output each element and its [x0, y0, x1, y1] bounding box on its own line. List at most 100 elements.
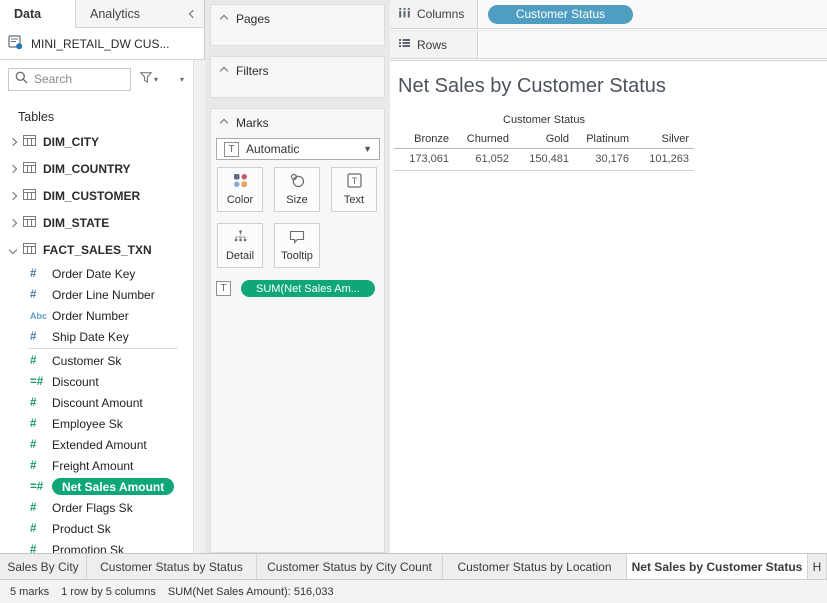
field-row-order-date-key[interactable]: #Order Date Key	[0, 263, 192, 284]
sheet-tab-sales-by-city[interactable]: Sales By City	[0, 554, 87, 579]
collapse-pane-button[interactable]	[182, 0, 204, 28]
table-row-dim_state[interactable]: DIM_STATE	[0, 209, 192, 236]
field-name: Customer Sk	[52, 354, 121, 368]
mark-type-dropdown[interactable]: T Automatic ▼	[216, 138, 380, 160]
text-mark-button[interactable]: TText	[331, 167, 377, 212]
field-row-extended-amount[interactable]: #Extended Amount	[0, 434, 192, 455]
chevron-up-icon[interactable]	[220, 15, 228, 23]
table-icon	[23, 135, 36, 149]
abc-field-icon: Abc	[30, 311, 52, 321]
field-name: Employee Sk	[52, 417, 123, 431]
field-name: Order Date Key	[52, 267, 135, 281]
field-row-order-flags-sk[interactable]: #Order Flags Sk	[0, 497, 192, 518]
chevron-left-icon	[189, 9, 197, 17]
field-row-product-sk[interactable]: #Product Sk	[0, 518, 192, 539]
table-row-dim_city[interactable]: DIM_CITY	[0, 128, 192, 155]
filters-card: Filters	[210, 56, 385, 98]
field-name: Extended Amount	[52, 438, 147, 452]
cell-value-bronze[interactable]: 173,061	[394, 153, 454, 165]
chevron-right-icon[interactable]	[9, 218, 17, 226]
number-field-icon: #	[30, 355, 52, 367]
column-header-churned[interactable]: Churned	[454, 133, 514, 145]
field-name: Discount	[52, 375, 99, 389]
cell-value-platinum[interactable]: 30,176	[574, 153, 634, 165]
cell-value-churned[interactable]: 61,052	[454, 153, 514, 165]
field-list: DIM_CITY DIM_COUNTRY DIM_CUSTOMER DIM_STATE…	[0, 128, 192, 553]
table-icon	[23, 162, 36, 176]
table-icon	[23, 216, 36, 230]
columns-shelf-label: Columns	[390, 0, 478, 28]
cards-pane: Pages Filters Marks T Automatic ▼ ColorS…	[205, 0, 390, 553]
cell-value-gold[interactable]: 150,481	[514, 153, 574, 165]
column-header-gold[interactable]: Gold	[514, 133, 574, 145]
text-mark-icon: T	[224, 142, 239, 157]
size-mark-button[interactable]: Size	[274, 167, 320, 212]
table-name: DIM_CITY	[43, 135, 99, 149]
columns-shelf[interactable]: Columns Customer Status	[390, 0, 827, 29]
column-headers-row: BronzeChurnedGoldPlatinumSilver	[394, 133, 694, 149]
rows-shelf-content[interactable]	[478, 31, 827, 58]
field-row-order-number[interactable]: AbcOrder Number	[0, 305, 192, 326]
color-icon	[233, 173, 248, 191]
caret-down-icon: ▾	[180, 75, 184, 84]
data-pane-scrollbar[interactable]	[193, 60, 205, 553]
table-name: DIM_CUSTOMER	[43, 189, 140, 203]
number-field-icon: #	[30, 502, 52, 514]
mark-button-label: Detail	[226, 250, 254, 262]
column-header-platinum[interactable]: Platinum	[574, 133, 634, 145]
field-row-employee-sk[interactable]: #Employee Sk	[0, 413, 192, 434]
field-row-discount-amount[interactable]: #Discount Amount	[0, 392, 192, 413]
field-row-customer-sk[interactable]: #Customer Sk	[0, 350, 192, 371]
table-row-fact_sales_txn[interactable]: FACT_SALES_TXN	[0, 236, 192, 263]
sheet-tab-net-sales-by-customer-status[interactable]: Net Sales by Customer Status	[627, 554, 808, 579]
tab-data[interactable]: Data	[0, 0, 76, 28]
search-box[interactable]	[8, 68, 131, 91]
chevron-down-icon: ▼	[363, 144, 372, 154]
chevron-up-icon[interactable]	[220, 67, 228, 75]
datasource-row[interactable]: MINI_RETAIL_DW CUS...	[0, 28, 204, 60]
number-field-icon: #	[30, 523, 52, 535]
field-row-order-line-number[interactable]: #Order Line Number	[0, 284, 192, 305]
detail-mark-button[interactable]: Detail	[217, 223, 263, 268]
chevron-right-icon[interactable]	[9, 137, 17, 145]
pill-customer-status[interactable]: Customer Status	[488, 5, 633, 24]
status-bar: 5 marks 1 row by 5 columns SUM(Net Sales…	[0, 579, 827, 603]
sheet-tab-customer-status-by-status[interactable]: Customer Status by Status	[87, 554, 257, 579]
caret-down-icon: ▾	[154, 75, 158, 84]
text-encoding-icon[interactable]: T	[216, 281, 231, 296]
funnel-icon	[140, 72, 152, 86]
field-name: Order Number	[52, 309, 129, 323]
tab-analytics[interactable]: Analytics	[76, 0, 182, 28]
rows-shelf[interactable]: Rows	[390, 30, 827, 59]
sheet-canvas[interactable]: Net Sales by Customer Status Customer St…	[390, 60, 827, 553]
field-row-discount[interactable]: =#Discount	[0, 371, 192, 392]
tooltip-mark-button[interactable]: Tooltip	[274, 223, 320, 268]
table-row-dim_country[interactable]: DIM_COUNTRY	[0, 155, 192, 182]
number-field-icon: #	[30, 460, 52, 472]
pages-card-label: Pages	[236, 12, 270, 26]
field-row-freight-amount[interactable]: #Freight Amount	[0, 455, 192, 476]
mark-button-label: Tooltip	[281, 250, 313, 262]
field-filter-button[interactable]: ▾	[137, 70, 161, 88]
sheet-tab-h[interactable]: H	[808, 554, 827, 579]
column-header-bronze[interactable]: Bronze	[394, 133, 454, 145]
sheet-tab-customer-status-by-city-count[interactable]: Customer Status by City Count	[257, 554, 443, 579]
number-field-icon: #	[30, 268, 52, 280]
field-row-promotion-sk[interactable]: #Promotion Sk	[0, 539, 192, 553]
table-row-dim_customer[interactable]: DIM_CUSTOMER	[0, 182, 192, 209]
chevron-right-icon[interactable]	[9, 164, 17, 172]
chevron-right-icon[interactable]	[9, 191, 17, 199]
field-row-ship-date-key[interactable]: #Ship Date Key	[0, 326, 192, 347]
chevron-up-icon[interactable]	[220, 119, 228, 127]
color-mark-button[interactable]: Color	[217, 167, 263, 212]
chevron-down-icon[interactable]	[9, 245, 17, 253]
column-header-silver[interactable]: Silver	[634, 133, 694, 145]
columns-shelf-content[interactable]: Customer Status	[478, 0, 827, 28]
sheet-tab-customer-status-by-location[interactable]: Customer Status by Location	[443, 554, 627, 579]
field-row-net-sales-amount[interactable]: =#Net Sales Amount	[0, 476, 192, 497]
cell-value-silver[interactable]: 101,263	[634, 153, 694, 165]
encoding-pill-sum-net-sales[interactable]: SUM(Net Sales Am...	[241, 280, 375, 297]
encoding-row: T SUM(Net Sales Am...	[216, 280, 375, 297]
pane-options-button[interactable]: ▾	[177, 73, 187, 86]
search-input[interactable]	[34, 72, 124, 86]
